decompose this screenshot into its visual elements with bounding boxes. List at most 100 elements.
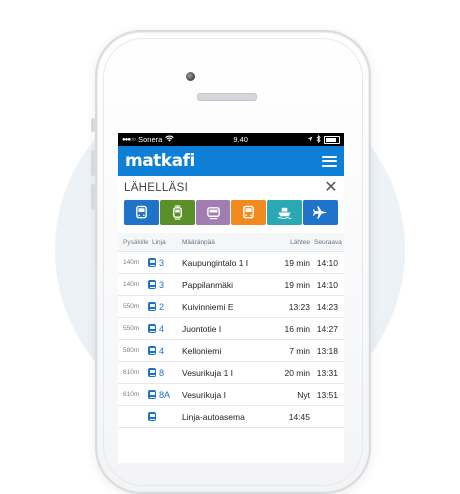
departure-time: 13:23 xyxy=(288,301,310,312)
mode-bus-button[interactable] xyxy=(124,200,159,225)
stop-distance: 550m xyxy=(123,303,140,310)
destination: Vesurikuja 1 I xyxy=(182,367,234,378)
line-cell: 8A xyxy=(148,390,180,400)
bus-icon xyxy=(243,205,255,219)
line-number: 3 xyxy=(159,279,165,290)
app-header: matkafi xyxy=(118,146,344,176)
close-icon[interactable]: ✕ xyxy=(324,180,338,196)
transport-mode-bar xyxy=(118,200,344,225)
stop-distance: 610m xyxy=(123,391,140,398)
line-cell: 2 xyxy=(148,302,180,312)
line-cell: 3 xyxy=(148,258,180,268)
bus-icon xyxy=(148,412,156,421)
next-departure: 13:51 xyxy=(316,389,338,400)
next-departure: 14:10 xyxy=(316,279,338,290)
destination: Vesurikuja I xyxy=(182,389,226,400)
bus-icon xyxy=(148,324,156,333)
table-row[interactable]: 580m 4 Kelloniemi 7 min 13:18 xyxy=(118,340,344,362)
mode-flight-button[interactable] xyxy=(303,200,338,225)
next-departure: 13:18 xyxy=(316,345,338,356)
header-departs: Lähtee xyxy=(290,238,310,246)
destination: Juontotie I xyxy=(182,323,222,334)
bus-icon xyxy=(148,302,156,311)
bus-icon xyxy=(148,390,156,399)
battery-icon xyxy=(323,135,340,144)
bus-icon xyxy=(148,368,156,377)
status-bar: ●●●○○ Sonera 9.40 xyxy=(118,133,344,146)
wifi-icon xyxy=(165,135,175,144)
volume-down-button xyxy=(91,184,95,210)
stop-distance: 550m xyxy=(123,325,140,332)
destination: Kuivinniemi E xyxy=(182,301,234,312)
next-departure: 13:31 xyxy=(316,367,338,378)
plane-icon xyxy=(313,206,328,219)
line-number: 3 xyxy=(159,257,165,268)
line-cell: 8 xyxy=(148,368,180,378)
mode-ferry-button[interactable] xyxy=(267,200,303,225)
mute-switch xyxy=(91,118,95,132)
line-number: 2 xyxy=(159,301,165,312)
next-departure: 14:23 xyxy=(316,301,338,312)
earpiece-speaker xyxy=(197,93,257,101)
header-destination: Määränpää xyxy=(182,238,215,246)
carrier-label: Sonera xyxy=(138,135,163,144)
table-row[interactable]: 140m 3 Kaupungintalo 1 I 19 min 14:10 xyxy=(118,252,344,274)
departure-time: 20 min xyxy=(284,367,310,378)
line-cell: 3 xyxy=(148,280,180,290)
app-logo[interactable]: matkafi xyxy=(125,151,195,171)
stop-distance: 140m xyxy=(123,259,140,266)
table-row[interactable]: 140m 3 Pappilanmäki 19 min 14:10 xyxy=(118,274,344,296)
departure-time: 16 min xyxy=(284,323,310,334)
line-number: 4 xyxy=(159,323,165,334)
nearby-header: LÄHELLÄSI ✕ xyxy=(118,176,344,200)
nearby-title: LÄHELLÄSI xyxy=(124,182,189,194)
signal-icon: ●●●○○ xyxy=(122,136,136,143)
destination: Pappilanmäki xyxy=(182,279,234,290)
bus-icon xyxy=(148,280,156,289)
departure-time: 7 min xyxy=(289,345,310,356)
destination: Kaupungintalo 1 I xyxy=(182,257,249,268)
metro-icon xyxy=(206,207,220,220)
departure-time: Nyt xyxy=(297,389,310,400)
mode-metro-button[interactable] xyxy=(195,200,231,225)
next-departure: 14:10 xyxy=(316,257,338,268)
bus-icon xyxy=(148,346,156,355)
header-stop: Pysäkille xyxy=(123,238,149,246)
front-camera xyxy=(186,72,195,81)
hamburger-icon xyxy=(322,155,337,158)
line-number: 8 xyxy=(159,367,165,378)
destination: Kelloniemi xyxy=(182,345,222,356)
volume-up-button xyxy=(91,150,95,176)
clock: 9.40 xyxy=(233,135,248,144)
phone-screen: ●●●○○ Sonera 9.40 matkafi LÄHELLÄSI ✕ Py… xyxy=(118,133,344,463)
departure-time: 14:45 xyxy=(288,411,310,422)
table-row[interactable]: Linja-autoasema 14:45 xyxy=(118,406,344,428)
stop-distance: 580m xyxy=(123,347,140,354)
line-number: 8A xyxy=(159,389,171,400)
line-cell: 4 xyxy=(148,324,180,334)
table-header: Pysäkille Linja Määränpää Lähtee Seuraav… xyxy=(118,233,344,252)
departure-time: 19 min xyxy=(284,257,310,268)
line-cell xyxy=(148,412,180,421)
next-departure: 14:27 xyxy=(316,323,338,334)
stop-distance: 610m xyxy=(123,369,140,376)
header-line: Linja xyxy=(152,238,166,246)
stop-distance: 140m xyxy=(123,281,140,288)
line-cell: 4 xyxy=(148,346,180,356)
departure-list: 140m 3 Kaupungintalo 1 I 19 min 14:10 140m 3 Pa… xyxy=(118,252,344,428)
tram-icon xyxy=(172,205,182,220)
menu-button[interactable] xyxy=(322,155,337,167)
bus-icon xyxy=(148,258,156,267)
destination: Linja-autoasema xyxy=(182,411,245,422)
bus-icon xyxy=(136,205,147,219)
header-next: Seuraava xyxy=(314,238,342,246)
table-row[interactable]: 610m 8 Vesurikuja 1 I 20 min 13:31 xyxy=(118,362,344,384)
ferry-icon xyxy=(277,207,292,220)
mode-regional-bus-button[interactable] xyxy=(231,200,267,225)
table-row[interactable]: 550m 4 Juontotie I 16 min 14:27 xyxy=(118,318,344,340)
mode-tram-button[interactable] xyxy=(159,200,195,225)
departure-time: 19 min xyxy=(284,279,310,290)
table-row[interactable]: 550m 2 Kuivinniemi E 13:23 14:23 xyxy=(118,296,344,318)
location-icon xyxy=(307,135,313,144)
table-row[interactable]: 610m 8A Vesurikuja I Nyt 13:51 xyxy=(118,384,344,406)
